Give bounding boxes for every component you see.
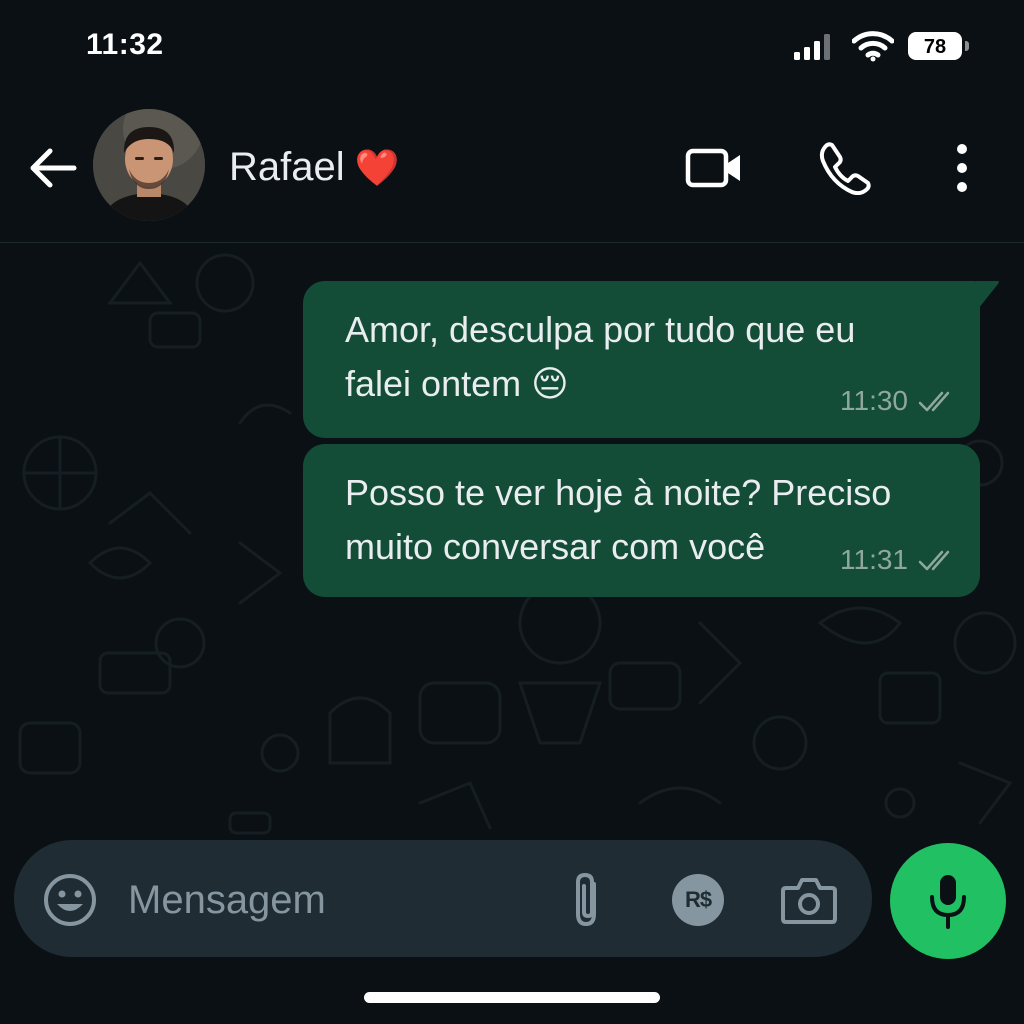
battery-level: 78: [923, 36, 947, 58]
contact-name-text: Rafael: [229, 145, 345, 189]
contact-name[interactable]: Rafael ❤️: [229, 145, 399, 190]
paperclip-icon[interactable]: [564, 870, 610, 930]
phone-icon[interactable]: [818, 141, 872, 195]
payment-label: R$: [684, 887, 712, 912]
more-vertical-icon[interactable]: [945, 141, 979, 195]
microphone-icon: [930, 875, 966, 929]
message-meta: 11:30: [840, 374, 958, 428]
microphone-button[interactable]: [890, 843, 1006, 959]
double-check-icon: [918, 550, 950, 571]
smiley-icon[interactable]: [42, 872, 98, 928]
message-time: 11:30: [840, 385, 908, 416]
chat-area[interactable]: Amor, desculpa por tudo que eu falei ont…: [0, 243, 1024, 838]
cellular-signal-icon: [794, 34, 830, 60]
outgoing-message[interactable]: Amor, desculpa por tudo que eu falei ont…: [303, 281, 999, 438]
video-camera-icon[interactable]: [684, 143, 744, 193]
avatar-image: [93, 109, 205, 221]
status-time: 11:32: [86, 28, 164, 61]
heart-emoji: ❤️: [354, 147, 400, 188]
message-composer: R$: [14, 840, 872, 957]
payment-button[interactable]: R$: [672, 874, 724, 926]
message-time: 11:31: [840, 544, 908, 575]
battery-indicator: 78: [908, 32, 970, 62]
message-meta: 11:31: [840, 533, 958, 587]
outgoing-message[interactable]: Posso te ver hoje à noite? Preciso muito…: [303, 444, 980, 597]
arrow-left-icon[interactable]: [28, 143, 78, 193]
camera-icon[interactable]: [780, 874, 838, 926]
avatar[interactable]: [93, 109, 205, 221]
home-indicator[interactable]: [364, 992, 660, 1003]
status-bar: 11:32 78: [0, 0, 1024, 95]
chat-header: Rafael ❤️: [0, 95, 1024, 243]
bubble-tail: [976, 281, 999, 309]
message-input[interactable]: [126, 864, 550, 936]
battery-tip: [965, 41, 969, 51]
double-check-icon: [918, 391, 950, 412]
wifi-icon: [852, 31, 894, 62]
